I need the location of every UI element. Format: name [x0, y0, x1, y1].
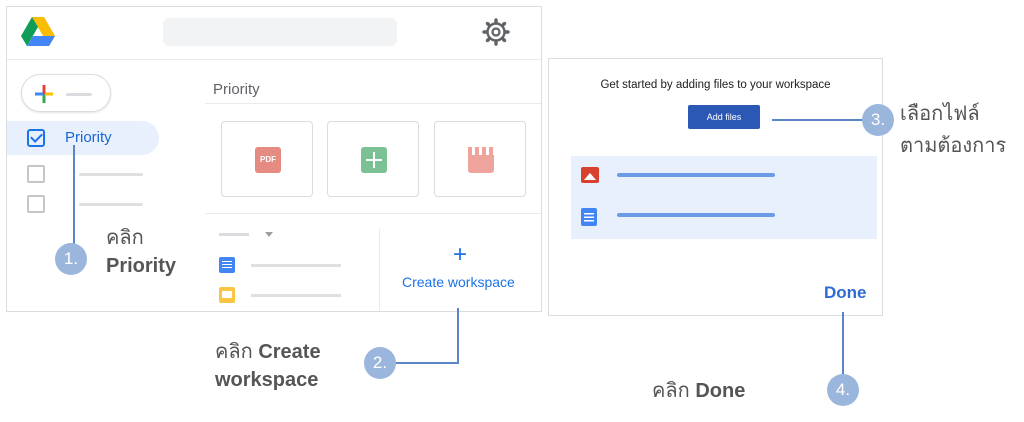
list-item[interactable] [219, 287, 349, 305]
annotation-step-3: เลือกไฟล์ ตามต้องการ [900, 98, 1006, 162]
selected-files-list [571, 156, 877, 239]
annotation-step-1-line1: คลิก [106, 227, 144, 249]
create-workspace-button[interactable]: Create workspace [402, 274, 515, 290]
google-drive-logo-icon [21, 17, 55, 46]
header-divider [7, 59, 541, 60]
annotation-step-4: คลิก Done [652, 377, 745, 405]
plus-icon [35, 85, 53, 103]
annotation-step-4-prefix: คลิก [652, 380, 690, 402]
sidebar-item-label-placeholder [79, 203, 143, 206]
new-button-label-placeholder [66, 93, 92, 96]
file-name-placeholder[interactable] [617, 173, 775, 177]
settings-gear-icon[interactable] [481, 17, 511, 47]
annotation-step-4-bold: Done [695, 380, 746, 402]
search-bar[interactable] [163, 18, 397, 46]
video-file-icon [468, 147, 494, 173]
new-button[interactable] [21, 74, 111, 112]
image-file-icon [581, 167, 599, 183]
drive-window: Priority Priority PDF + Create workspace [6, 6, 542, 312]
vertical-divider [379, 229, 380, 311]
doc-file-icon [581, 208, 597, 226]
section-divider [205, 103, 541, 104]
dialog-title: Get started by adding files to your work… [600, 79, 831, 91]
doc-file-icon [219, 257, 235, 273]
list-item[interactable] [219, 257, 349, 275]
callout-line-step-2-vertical [457, 308, 459, 364]
list-item-name-placeholder [251, 264, 341, 267]
sidebar-item-my-drive[interactable] [27, 165, 143, 185]
callout-line-step-1 [73, 145, 75, 246]
checkbox-icon [27, 129, 45, 147]
sidebar-item-label-placeholder [79, 173, 143, 176]
annotation-step-2: คลิก Create workspace [215, 338, 321, 394]
annotation-step-2-line1: คลิก Create [215, 338, 321, 366]
add-files-dialog: Get started by adding files to your work… [548, 58, 883, 316]
section-title: Priority [213, 81, 260, 98]
suggested-file-card-pdf[interactable]: PDF [221, 121, 313, 197]
chevron-down-icon[interactable] [265, 232, 273, 237]
file-name-placeholder[interactable] [617, 213, 775, 217]
step-marker-1: 1. [55, 243, 87, 275]
list-header-placeholder [219, 233, 249, 236]
drive-folder-icon [27, 165, 45, 183]
sidebar-item-priority[interactable]: Priority [7, 121, 159, 155]
step-marker-4: 4. [827, 374, 859, 406]
suggested-file-card-video[interactable] [434, 121, 526, 197]
add-files-button[interactable]: Add files [688, 105, 760, 129]
step-marker-3: 3. [862, 104, 894, 136]
callout-line-step-4 [842, 312, 844, 376]
suggested-file-card-sheet[interactable] [327, 121, 419, 197]
list-item-name-placeholder [251, 294, 341, 297]
annotation-step-1-line2: Priority [106, 255, 177, 277]
annotation-step-2-prefix: คลิก [215, 341, 253, 363]
callout-line-step-2-horizontal [392, 362, 459, 364]
shared-drive-icon [27, 195, 45, 213]
sidebar-item-shared-drives[interactable] [27, 195, 143, 215]
spreadsheet-icon [361, 147, 387, 173]
done-button[interactable]: Done [824, 283, 867, 303]
pdf-file-icon: PDF [255, 147, 281, 173]
annotation-step-2-line2: workspace [215, 369, 319, 391]
slides-file-icon [219, 287, 235, 303]
annotation-step-3-line1: เลือกไฟล์ [900, 103, 980, 125]
step-marker-2: 2. [364, 347, 396, 379]
sidebar-item-label: Priority [65, 129, 112, 146]
create-workspace-plus-icon[interactable]: + [453, 243, 467, 267]
annotation-step-3-line2: ตามต้องการ [900, 135, 1007, 157]
annotation-step-1: คลิก Priority [106, 224, 176, 280]
section-divider [205, 213, 541, 214]
callout-line-step-3 [772, 119, 864, 121]
annotation-step-2-bold: Create [258, 341, 321, 363]
